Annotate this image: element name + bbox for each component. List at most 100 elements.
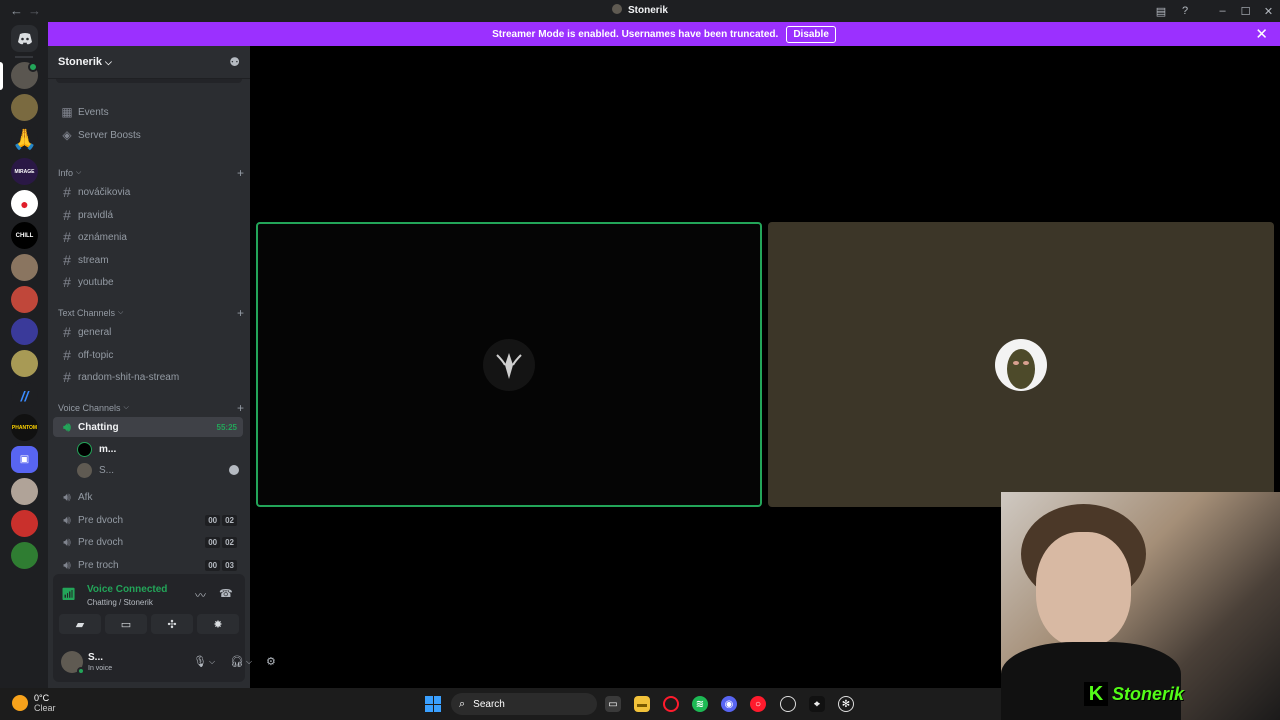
invite-people-icon[interactable]: ⚉ — [229, 55, 240, 69]
server-phantom-icon[interactable]: PHANTOM — [11, 414, 38, 441]
voice-channel-item[interactable]: 🔊︎ Pre dvoch 00 02 — [53, 510, 243, 530]
add-channel-icon[interactable]: + — [237, 401, 244, 415]
voice-channel-item[interactable]: 🔊︎ Pre dvoch 00 02 — [53, 532, 243, 552]
sidebar-item-server-boosts[interactable]: ◈ Server Boosts — [53, 125, 243, 145]
taskbar-search[interactable]: ⌕ Search — [451, 693, 597, 715]
chevron-down-icon[interactable]: ⌵ — [209, 657, 215, 667]
obs-icon[interactable] — [780, 696, 796, 712]
search-icon: ⌕ — [459, 697, 466, 710]
video-tile[interactable] — [768, 222, 1274, 507]
channel-label: youtube — [78, 276, 114, 288]
server-header[interactable]: Stonerik ⌵ ⚉ — [48, 46, 250, 79]
signal-icon[interactable]: 📶︎ — [61, 587, 76, 601]
close-window-icon[interactable]: ✕ — [1257, 5, 1280, 18]
server-icon-10[interactable] — [11, 350, 38, 377]
voice-channel-chatting[interactable]: 🔊︎ Chatting 55:25 — [53, 417, 243, 437]
server-icon-9[interactable] — [11, 318, 38, 345]
opera-gx-icon[interactable]: ○ — [750, 696, 766, 712]
category-label: Info — [58, 168, 74, 178]
channel-item[interactable]: # youtube — [53, 272, 243, 292]
hash-icon: # — [63, 229, 71, 245]
server-rail: 🙏 MIRAGE ● CHILL // PHANTOM ▣ — [0, 22, 48, 688]
username[interactable]: S... — [88, 652, 103, 663]
avatar — [77, 441, 92, 457]
voice-channel-item[interactable]: 🔊︎ Pre troch 00 03 — [53, 555, 243, 575]
close-banner-icon[interactable]: ✕ — [1255, 25, 1268, 43]
streamer-shirt — [1001, 642, 1181, 720]
voice-channel-item[interactable]: 🔊︎ Afk — [53, 487, 243, 507]
headphones-icon[interactable]: 🎧︎ — [230, 655, 244, 668]
server-icon-4[interactable]: MIRAGE — [11, 158, 38, 185]
disable-streamer-mode-button[interactable]: Disable — [786, 25, 836, 43]
maximize-icon[interactable]: ☐ — [1234, 5, 1257, 18]
category-voice-channels[interactable]: Voice Channels ⌵ + — [58, 401, 244, 415]
weather-widget[interactable]: 0°C Clear — [12, 693, 56, 713]
category-text-channels[interactable]: Text Channels ⌵ + — [58, 306, 244, 320]
voice-user[interactable]: S... — [77, 460, 239, 480]
help-icon[interactable]: ? — [1173, 5, 1197, 17]
speaker-icon: 🔊︎ — [63, 512, 71, 527]
task-view-icon[interactable]: ▭ — [605, 696, 621, 712]
temperature: 0°C — [34, 693, 50, 703]
sidebar-item-label: Events — [78, 106, 109, 118]
channel-item[interactable]: # pravidlá — [53, 205, 243, 225]
status-icon — [229, 465, 239, 475]
spotify-icon[interactable]: ≋ — [692, 696, 708, 712]
server-icon-16[interactable] — [11, 542, 38, 569]
channel-item[interactable]: # stream — [53, 250, 243, 270]
server-icon-13[interactable]: ▣ — [11, 446, 38, 473]
channel-item[interactable]: # nováčikovia — [53, 182, 243, 202]
chevron-down-icon[interactable]: ⌵ — [246, 657, 252, 667]
video-tile-speaking[interactable] — [256, 222, 762, 507]
windows-start-icon[interactable] — [425, 696, 441, 712]
server-icon-2[interactable] — [11, 94, 38, 121]
voice-user-name: S... — [99, 464, 115, 476]
activities-button[interactable]: ✣ — [151, 614, 193, 634]
channel-label: random-shit-na-stream — [78, 371, 180, 383]
gear-icon[interactable]: ⚙ — [266, 655, 276, 668]
inbox-icon[interactable]: ▤ — [1149, 5, 1173, 18]
camera-button[interactable]: ▰ — [59, 614, 101, 634]
category-info[interactable]: Info ⌵ + — [58, 166, 244, 180]
noise-suppression-icon[interactable]: 〰 — [195, 587, 206, 603]
server-pray-icon[interactable]: 🙏 — [11, 126, 38, 153]
microphone-icon[interactable]: 🎙︎ — [193, 655, 207, 668]
channel-label: general — [78, 326, 112, 338]
add-channel-icon[interactable]: + — [237, 166, 244, 180]
voice-connected-subtitle[interactable]: Chatting / Stonerik — [87, 598, 153, 607]
boost-icon: ◈ — [62, 128, 72, 142]
goat-emblem-icon — [496, 352, 522, 379]
soundboard-button[interactable]: ✸ — [197, 614, 239, 634]
file-explorer-icon[interactable]: ▬ — [634, 696, 650, 712]
server-icon-15[interactable] — [11, 510, 38, 537]
channel-item[interactable]: # oznámenia — [53, 227, 243, 247]
chatgpt-icon[interactable]: ✻ — [838, 696, 854, 712]
discord-taskbar-icon[interactable]: ◉ — [721, 696, 737, 712]
server-chill-icon[interactable]: CHILL — [11, 222, 38, 249]
server-icon-7[interactable] — [11, 254, 38, 281]
user-limit: 02 — [222, 536, 237, 548]
server-name: Stonerik — [58, 56, 103, 68]
server-icon-8[interactable] — [11, 286, 38, 313]
add-channel-icon[interactable]: + — [237, 306, 244, 320]
channel-item[interactable]: # random-shit-na-stream — [53, 367, 243, 387]
voice-connected-title[interactable]: Voice Connected — [87, 584, 167, 595]
sidebar-item-events[interactable]: ▦ Events — [53, 102, 243, 122]
search-placeholder: Search — [473, 698, 505, 710]
screen-share-button[interactable]: ▭ — [105, 614, 147, 634]
channel-item[interactable]: # off-topic — [53, 345, 243, 365]
discord-home-icon[interactable] — [11, 25, 38, 52]
channel-item[interactable]: # general — [53, 322, 243, 342]
channel-label: oznámenia — [78, 231, 127, 243]
user-panel: S... In voice 🎙︎ ⌵ 🎧︎ ⌵ ⚙ — [53, 642, 276, 682]
server-icon-14[interactable] — [11, 478, 38, 505]
minimize-icon[interactable]: – — [1211, 5, 1234, 17]
speaker-icon: 🔊︎ — [63, 534, 71, 549]
opera-icon[interactable] — [663, 696, 679, 712]
server-icon-5[interactable]: ● — [11, 190, 38, 217]
app-icon[interactable]: ⌖ — [809, 696, 825, 712]
voice-user[interactable]: m... — [77, 439, 239, 459]
server-icon-11[interactable]: // — [11, 382, 38, 409]
disconnect-icon[interactable]: ☎ — [219, 587, 233, 600]
balaclava-avatar-icon — [1007, 348, 1035, 389]
